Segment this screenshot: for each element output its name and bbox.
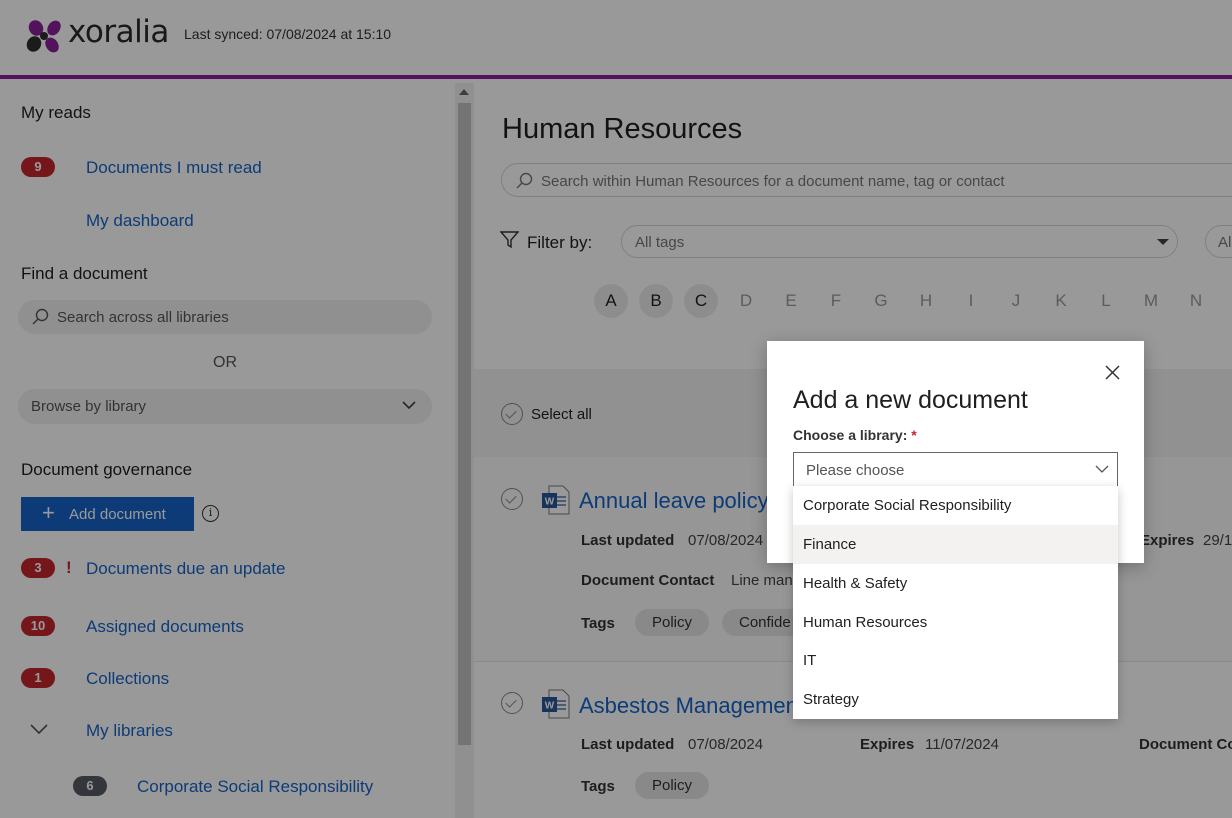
library-select[interactable]: Please choose xyxy=(793,452,1118,487)
library-option[interactable]: Health & Safety xyxy=(793,564,1118,603)
library-option[interactable]: IT xyxy=(793,641,1118,680)
close-icon[interactable] xyxy=(1105,365,1120,380)
dialog-title: Add a new document xyxy=(793,386,1028,414)
library-option[interactable]: Finance xyxy=(793,525,1118,564)
library-field-label: Choose a library: * xyxy=(793,427,917,443)
library-dropdown-list: Corporate Social Responsibility Finance He… xyxy=(793,486,1118,719)
chevron-down-icon xyxy=(1095,465,1109,473)
library-option[interactable]: Strategy xyxy=(793,680,1118,719)
required-marker: * xyxy=(911,427,917,443)
library-option[interactable]: Human Resources xyxy=(793,603,1118,642)
library-select-placeholder: Please choose xyxy=(806,462,905,479)
library-label-text: Choose a library: xyxy=(793,427,908,443)
library-option[interactable]: Corporate Social Responsibility xyxy=(793,486,1118,525)
